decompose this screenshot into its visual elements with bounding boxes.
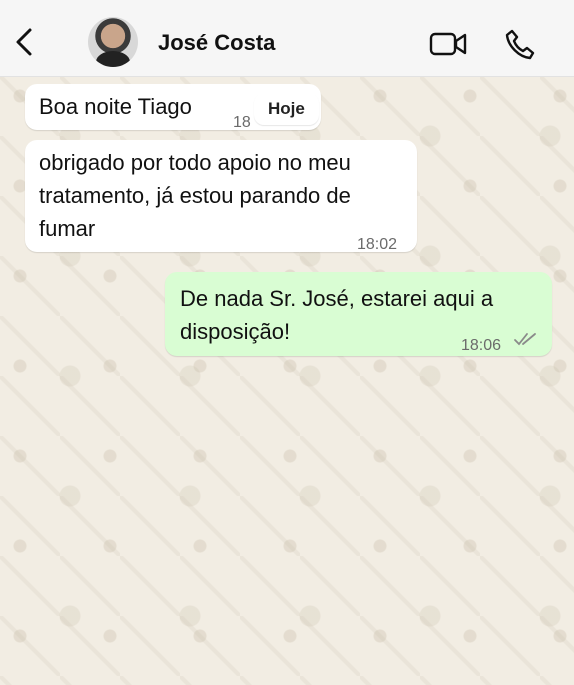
message-bubble-incoming[interactable]: obrigado por todo apoio no meu tratament… <box>25 140 417 253</box>
avatar[interactable] <box>88 17 138 67</box>
video-call-button[interactable] <box>428 24 468 64</box>
message-text: Boa noite Tiago <box>39 94 192 119</box>
message-text: obrigado por todo apoio no meu tratament… <box>39 150 351 241</box>
chat-header: José Costa <box>0 0 574 77</box>
message-time: 18:06 <box>461 337 502 354</box>
phone-icon <box>505 29 535 60</box>
message-text: De nada Sr. José, estarei aqui a disposi… <box>180 286 494 344</box>
voice-call-button[interactable] <box>500 24 540 64</box>
message-time: 18 <box>233 114 251 131</box>
contact-name[interactable]: José Costa <box>158 30 275 56</box>
message-bubble-outgoing[interactable]: De nada Sr. José, estarei aqui a disposi… <box>165 272 552 356</box>
message-time: 18:02 <box>357 236 398 253</box>
chevron-left-icon <box>16 28 32 56</box>
date-separator: Hoje <box>254 93 319 125</box>
double-check-icon <box>514 333 536 346</box>
video-camera-icon <box>429 32 467 56</box>
back-button[interactable] <box>8 22 40 62</box>
